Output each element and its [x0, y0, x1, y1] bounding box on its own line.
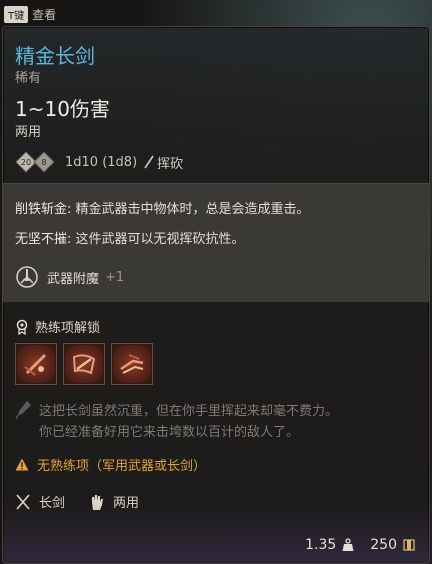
- item-tooltip: 精金长剑 稀有 1~10伤害 两用 20 8 1d10 (1d8) 挥砍 削铁斩…: [2, 26, 430, 564]
- item-damage: 1~10伤害: [15, 97, 110, 121]
- weapon-traits: 长剑 两用: [15, 492, 163, 511]
- property-text: 精金武器击中物体时，总是会造成重击。: [75, 202, 310, 217]
- damage-type: 挥砍: [143, 153, 183, 172]
- slash-icon: [144, 155, 154, 169]
- item-rarity: 稀有: [15, 71, 42, 86]
- proficiency-action-icon[interactable]: [111, 343, 153, 385]
- hand-icon: [92, 494, 104, 510]
- flavor-line: 这把长剑虽然沉重，但在你手里挥起来却毫不费力。: [39, 404, 339, 419]
- key-badge: T键: [4, 5, 29, 23]
- warning-text: 无熟练项（军用武器或长剑）: [37, 459, 207, 474]
- flavor-text: 这把长剑虽然沉重，但在你手里挥起来却毫不费力。 你已经准备好用它来击垮数以百计的…: [39, 401, 419, 443]
- property-name: 削铁斩金:: [15, 202, 72, 217]
- item-weight: 1.35: [305, 537, 337, 553]
- enchantment: 武器附魔 +1: [15, 264, 124, 290]
- gold-icon: [403, 539, 415, 551]
- slash-action-icon: [24, 353, 47, 376]
- panel-glow: [3, 503, 429, 563]
- dice-formula: 1d10 (1d8): [65, 154, 138, 170]
- property-line: 无坚不摧: 这件武器可以无视挥砍抗性。: [15, 228, 245, 247]
- cleave-action-icon: [72, 354, 96, 375]
- key-label: 查看: [32, 7, 57, 22]
- enchant-label: 武器附魔: [47, 271, 100, 287]
- d8-icon: 8: [33, 151, 55, 173]
- property-text: 这件武器可以无视挥砍抗性。: [75, 232, 245, 247]
- property-line: 削铁斩金: 精金武器击中物体时，总是会造成重击。: [15, 198, 310, 217]
- proficiency-action-icon[interactable]: [63, 343, 105, 385]
- item-handedness: 两用: [15, 125, 42, 140]
- proficiency-warning: 无熟练项（军用武器或长剑）: [15, 455, 206, 474]
- proficiency-actions: [15, 343, 153, 385]
- damage-type-label: 挥砍: [157, 156, 184, 172]
- key-hint: T键 查看: [4, 4, 56, 24]
- weight-icon: [342, 538, 354, 551]
- d8-label: 8: [41, 157, 47, 167]
- unlock-icon: [16, 319, 28, 335]
- item-name: 精金长剑: [15, 44, 95, 68]
- property-name: 无坚不摧:: [15, 232, 72, 247]
- sword-icon: [16, 493, 30, 510]
- enchant-bonus: +1: [105, 269, 125, 285]
- proficiency-action-icon[interactable]: [15, 343, 57, 385]
- item-footer: 1.35 250: [305, 537, 415, 553]
- sweep-action-icon: [120, 354, 144, 374]
- game-screen: T键 查看 精金长剑 稀有 1~10伤害 两用 20 8 1d10 (1d8) …: [0, 0, 432, 564]
- dice-icons: 20 8: [15, 151, 55, 173]
- trait-label: 长剑: [39, 496, 66, 511]
- dice-row: 20 8 1d10 (1d8) 挥砍: [15, 149, 183, 175]
- enchant-icon: [16, 266, 38, 288]
- trait-label: 两用: [113, 496, 140, 511]
- flavor-line: 你已经准备好用它来击垮数以百计的敌人了。: [39, 425, 300, 440]
- trait-longsword: 长剑: [15, 492, 65, 511]
- warning-icon: [15, 458, 29, 471]
- trait-versatile: 两用: [89, 492, 139, 511]
- proficiency-header: 熟练项解锁: [15, 317, 100, 336]
- weapon-properties: 削铁斩金: 精金武器击中物体时，总是会造成重击。 无坚不摧: 这件武器可以无视挥…: [3, 183, 429, 302]
- quill-icon: [15, 401, 31, 420]
- item-value: 250: [370, 537, 397, 553]
- proficiency-title: 熟练项解锁: [35, 321, 101, 336]
